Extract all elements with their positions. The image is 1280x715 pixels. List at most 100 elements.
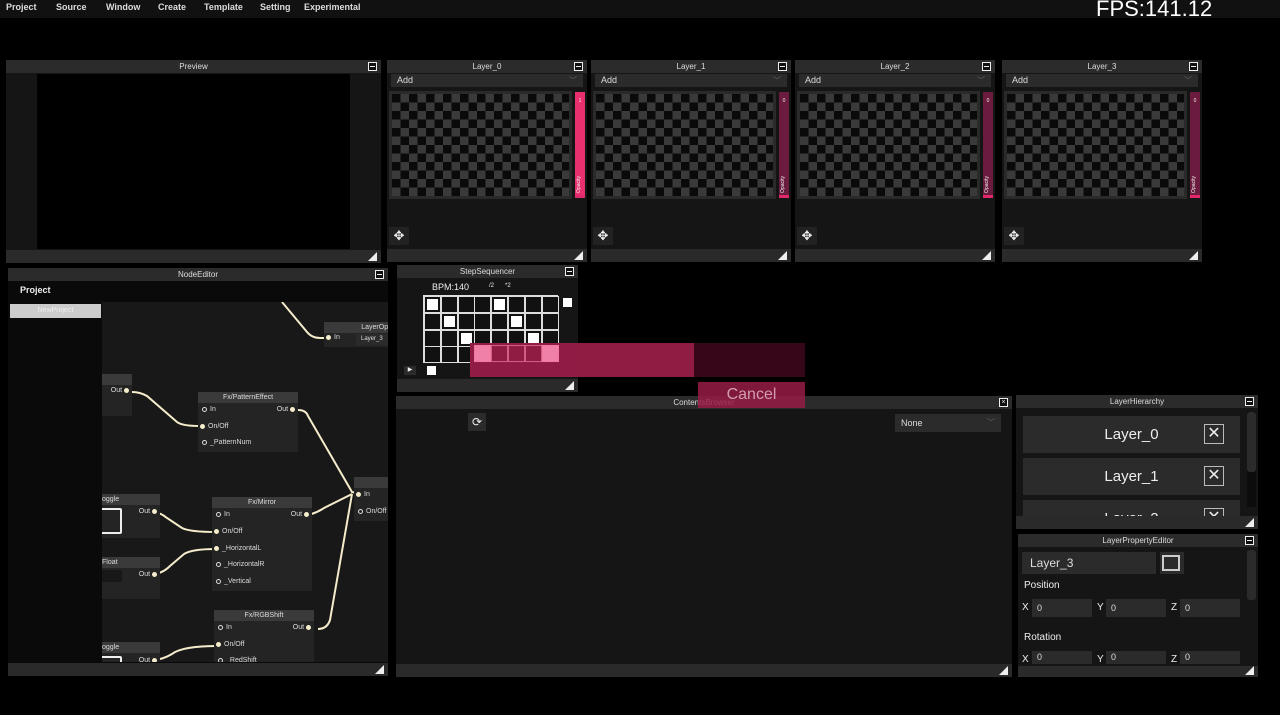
move-icon[interactable]: ✥ bbox=[593, 227, 613, 245]
node-canvas[interactable]: LayerOpa In Layer_3 Out Fx/PatternEffect… bbox=[102, 302, 388, 662]
delete-layer-icon[interactable]: ✕ bbox=[1204, 508, 1224, 516]
project-item-newproject[interactable]: NewProject bbox=[10, 304, 101, 318]
layer-thumbnail[interactable] bbox=[593, 91, 776, 199]
scrollbar-thumb[interactable] bbox=[1247, 550, 1256, 600]
opacity-slider[interactable]: 0 Opacity bbox=[779, 92, 789, 198]
port-in[interactable]: In bbox=[356, 491, 370, 498]
refresh-icon[interactable]: ⟳ bbox=[468, 413, 486, 431]
delete-layer-icon[interactable]: ✕ bbox=[1204, 466, 1224, 486]
bpm-label[interactable]: BPM:140 bbox=[432, 282, 469, 292]
toggle-checkbox[interactable] bbox=[102, 508, 122, 534]
minimize-icon[interactable] bbox=[1245, 536, 1254, 545]
port-horizontal-r[interactable]: _HorizontalR bbox=[216, 561, 264, 568]
menu-project[interactable]: Project bbox=[6, 2, 37, 12]
step-cell[interactable] bbox=[440, 312, 458, 330]
opacity-slider[interactable]: 1 Opacity bbox=[575, 92, 585, 198]
step-cell[interactable] bbox=[474, 312, 492, 330]
port-out[interactable]: Out bbox=[139, 508, 160, 515]
port-onoff[interactable]: On/Off bbox=[216, 641, 245, 648]
minimize-icon[interactable] bbox=[565, 267, 574, 276]
bpm-multiply-button[interactable]: *2 bbox=[505, 283, 511, 289]
node-mirror[interactable]: Fx/Mirror In Out On/Off _HorizontalL _Ho… bbox=[212, 497, 312, 591]
node-float[interactable]: Float Out bbox=[102, 557, 160, 599]
filter-dropdown[interactable]: None ﹀ bbox=[895, 414, 1001, 432]
minimize-icon[interactable] bbox=[368, 62, 377, 71]
bpm-divide-button[interactable]: /2 bbox=[489, 283, 494, 289]
minimize-icon[interactable] bbox=[778, 62, 787, 71]
blend-mode-dropdown[interactable]: Add ﹀ bbox=[1006, 74, 1198, 87]
menu-create[interactable]: Create bbox=[158, 2, 186, 12]
scrollbar[interactable] bbox=[1247, 412, 1256, 507]
step-cell[interactable] bbox=[491, 312, 509, 330]
resize-handle-icon[interactable] bbox=[368, 252, 377, 261]
step-cell[interactable] bbox=[524, 296, 542, 313]
step-cell[interactable] bbox=[457, 312, 475, 330]
step-cell[interactable] bbox=[491, 296, 509, 313]
blend-mode-dropdown[interactable]: Add ﹀ bbox=[595, 74, 787, 87]
toggle-checkbox[interactable] bbox=[102, 656, 122, 662]
minimize-icon[interactable] bbox=[375, 270, 384, 279]
menu-window[interactable]: Window bbox=[106, 2, 140, 12]
minimize-icon[interactable] bbox=[982, 62, 991, 71]
move-icon[interactable]: ✥ bbox=[797, 227, 817, 245]
node-toggle[interactable]: oggle Out bbox=[102, 642, 160, 662]
layer-list-item[interactable]: Layer_0 ✕ bbox=[1023, 416, 1240, 453]
scrollbar-thumb[interactable] bbox=[1247, 412, 1256, 472]
step-cell[interactable] bbox=[541, 312, 559, 330]
port-in[interactable]: In bbox=[216, 511, 230, 518]
close-icon[interactable]: × bbox=[999, 398, 1008, 407]
port-out[interactable]: Out bbox=[277, 406, 298, 413]
position-x-input[interactable]: 0 bbox=[1032, 599, 1092, 617]
blend-mode-dropdown[interactable]: Add ﹀ bbox=[799, 74, 991, 87]
step-cell[interactable] bbox=[508, 312, 525, 330]
port-onoff[interactable]: On/Off bbox=[200, 423, 229, 430]
resize-handle-icon[interactable] bbox=[565, 381, 574, 390]
minimize-icon[interactable] bbox=[1245, 397, 1254, 406]
step-cell[interactable] bbox=[424, 329, 441, 347]
layer-thumbnail[interactable] bbox=[1004, 91, 1187, 199]
node-output[interactable]: In On/Off bbox=[354, 477, 388, 521]
step-cell[interactable] bbox=[541, 296, 559, 313]
layer-select[interactable]: Layer_3 bbox=[356, 334, 388, 345]
opacity-slider[interactable]: 0 Opacity bbox=[1190, 92, 1200, 198]
resize-handle-icon[interactable] bbox=[375, 665, 384, 674]
visibility-toggle[interactable] bbox=[1160, 552, 1184, 574]
port-red-shift[interactable]: _RedShift bbox=[218, 657, 257, 662]
resize-handle-icon[interactable] bbox=[999, 666, 1008, 675]
rotation-x-input[interactable]: 0 bbox=[1032, 651, 1092, 664]
minimize-icon[interactable] bbox=[1189, 62, 1198, 71]
rotation-y-input[interactable]: 0 bbox=[1106, 651, 1166, 664]
port-horizontal-l[interactable]: _HorizontalL bbox=[214, 545, 261, 552]
step-cell[interactable] bbox=[440, 329, 458, 347]
port-onoff[interactable]: On/Off bbox=[358, 508, 387, 515]
port-vertical[interactable]: _Vertical bbox=[216, 578, 251, 585]
port-onoff[interactable]: On/Off bbox=[214, 528, 243, 535]
resize-handle-icon[interactable] bbox=[1245, 518, 1254, 527]
minimize-icon[interactable] bbox=[574, 62, 583, 71]
menu-source[interactable]: Source bbox=[56, 2, 87, 12]
cancel-button[interactable]: Cancel bbox=[698, 382, 805, 408]
move-icon[interactable]: ✥ bbox=[389, 227, 409, 245]
step-cell[interactable] bbox=[457, 296, 475, 313]
node-unnamed[interactable]: Out bbox=[102, 374, 132, 416]
node-pattern-effect[interactable]: Fx/PatternEffect In Out On/Off _PatternN… bbox=[198, 392, 298, 452]
port-out[interactable]: Out bbox=[139, 657, 160, 662]
play-button[interactable]: ▶ bbox=[404, 366, 416, 375]
step-cell[interactable] bbox=[424, 312, 441, 330]
node-layer-opacity[interactable]: LayerOpa In Layer_3 bbox=[324, 322, 388, 347]
step-cell[interactable] bbox=[424, 346, 441, 364]
opacity-slider[interactable]: 0 Opacity bbox=[983, 92, 993, 198]
step-cell[interactable] bbox=[440, 296, 458, 313]
port-in[interactable]: In bbox=[202, 406, 216, 413]
resize-handle-icon[interactable] bbox=[1189, 251, 1198, 260]
node-toggle[interactable]: oggle Out bbox=[102, 494, 160, 538]
node-rgb-shift[interactable]: Fx/RGBShift In Out On/Off _RedShift bbox=[214, 610, 314, 662]
position-z-input[interactable]: 0 bbox=[1180, 599, 1240, 617]
position-y-input[interactable]: 0 bbox=[1106, 599, 1166, 617]
move-icon[interactable]: ✥ bbox=[1004, 227, 1024, 245]
blend-mode-dropdown[interactable]: Add ﹀ bbox=[391, 74, 583, 87]
port-out[interactable]: Out bbox=[111, 387, 132, 394]
port-out[interactable]: Out bbox=[293, 624, 314, 631]
step-cell[interactable] bbox=[524, 312, 542, 330]
layer-thumbnail[interactable] bbox=[389, 91, 572, 199]
